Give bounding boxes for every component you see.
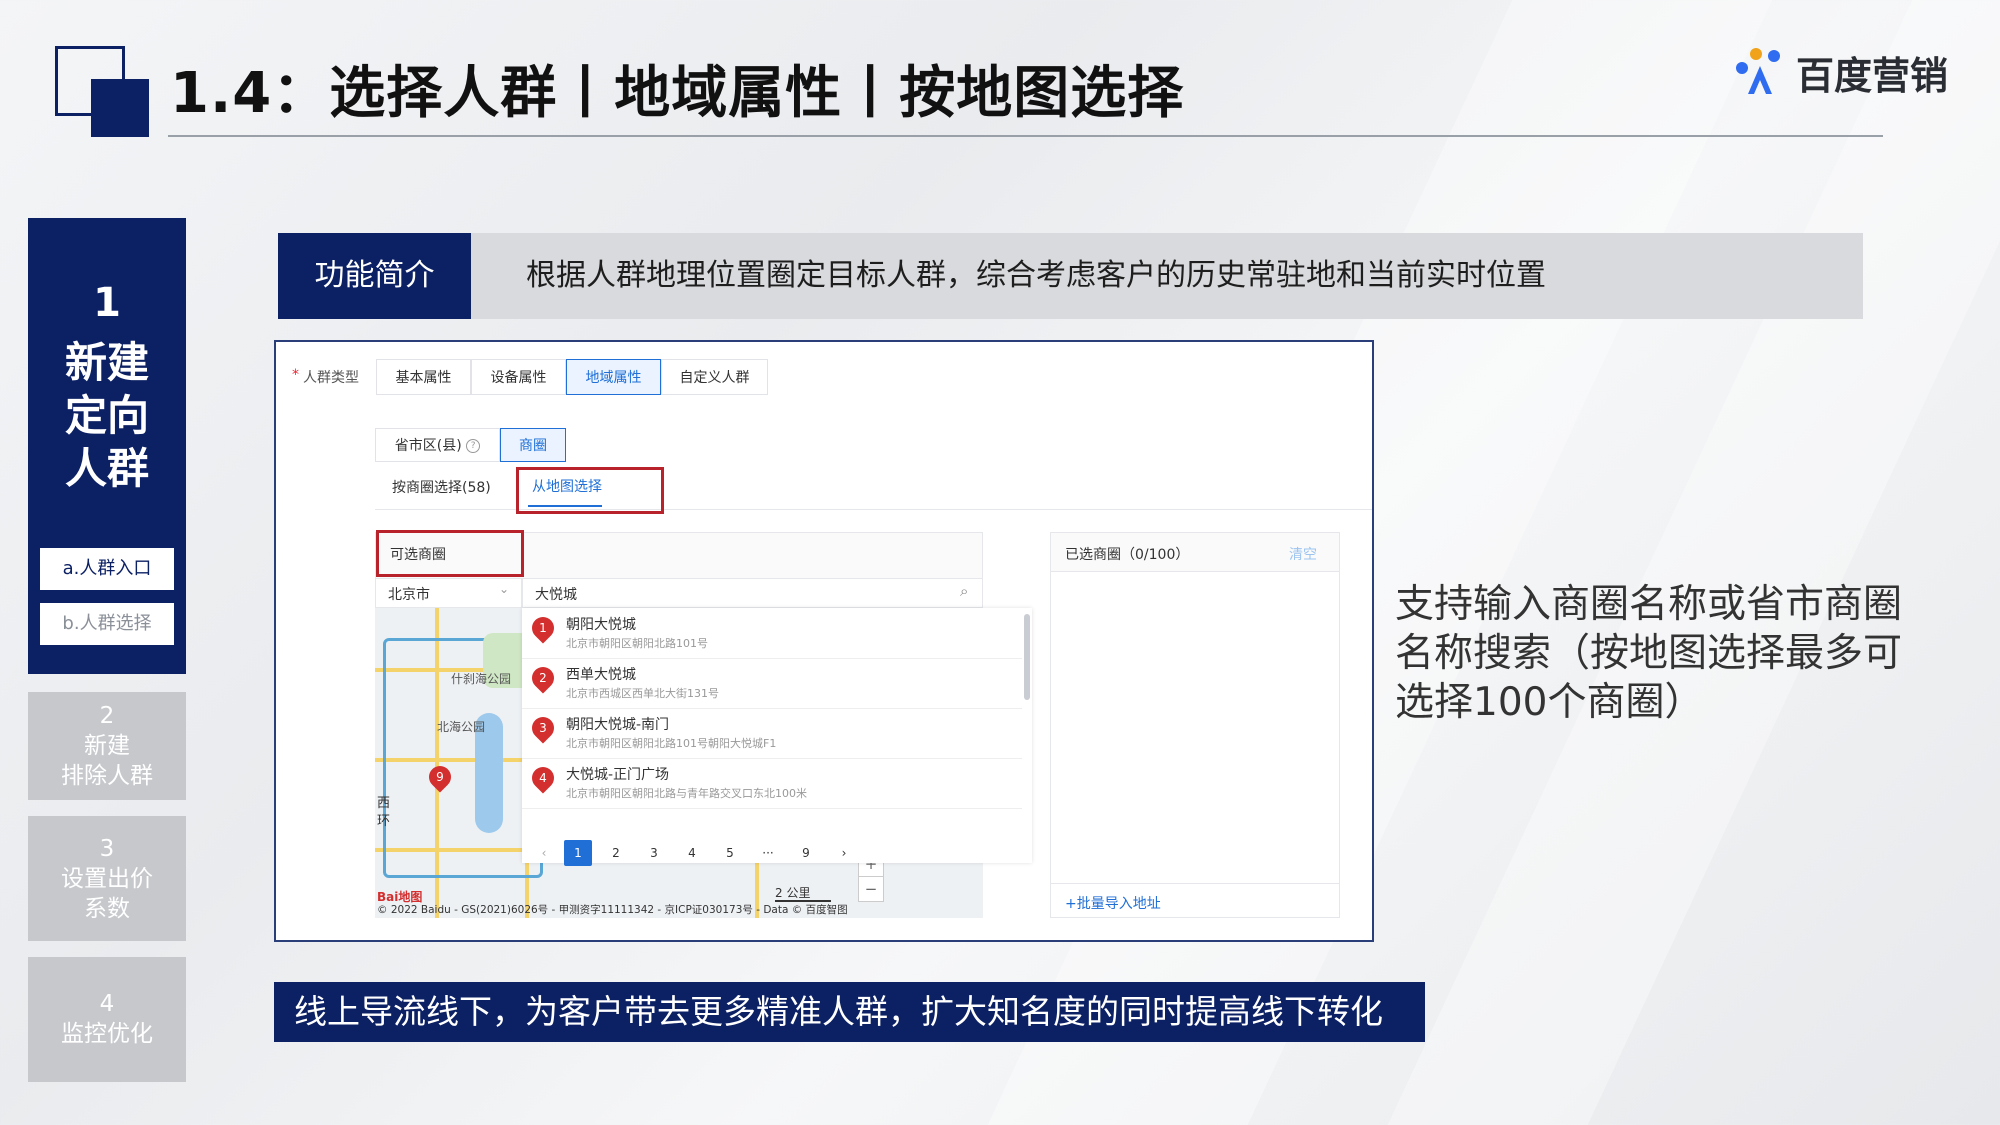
tab-device-attrs[interactable]: 设备属性 [471, 359, 566, 395]
nav-sub-crowd-select[interactable]: b.人群选择 [40, 603, 174, 645]
map-label-park1: 什刹海公园 [451, 672, 512, 686]
map-pin[interactable]: 9 [424, 761, 456, 793]
nav-sub-crowd-entry[interactable]: a.人群入口 [40, 548, 174, 590]
bulk-import-link[interactable]: +批量导入地址 [1065, 893, 1161, 913]
side-note: 支持输入商圈名称或省市商圈名称搜索（按地图选择最多可选择100个商圈） [1395, 582, 1903, 725]
ui-screenshot-panel: * 人群类型 基本属性 设备属性 地域属性 自定义人群 省市区(县) ? 商圈 … [274, 340, 1374, 942]
nav-step-4[interactable]: 4 监控优化 [28, 957, 186, 1082]
highlight-available [376, 530, 524, 577]
list-item[interactable]: 3 朝阳大悦城-南门 北京市朝阳区朝阳北路101号朝阳大悦城F1 [522, 708, 1022, 759]
selected-header: 已选商圈（0/100） [1065, 547, 1190, 563]
intro-label: 功能简介 [278, 233, 471, 319]
result-pin-icon: 4 [527, 762, 559, 794]
list-item[interactable]: 1 朝阳大悦城 北京市朝阳区朝阳北路101号 [522, 608, 1022, 659]
city-select[interactable]: 北京市 ⌄ [375, 578, 522, 608]
title-divider [168, 135, 1883, 137]
nav-step-3[interactable]: 3 设置出价 系数 [28, 816, 186, 941]
nav-step-number: 1 [93, 280, 121, 326]
search-input[interactable]: 大悦城 ⌕ [522, 578, 983, 608]
brand-name: 百度营销 [1796, 53, 1949, 98]
highlight-from-map [516, 467, 664, 514]
tab-basic-attrs[interactable]: 基本属性 [376, 359, 471, 395]
result-pin-icon: 3 [527, 712, 559, 744]
subtab-business-circle[interactable]: 商圈 [500, 428, 566, 462]
page-5[interactable]: 5 [716, 840, 744, 866]
subtab-province-city[interactable]: 省市区(县) ? [375, 428, 500, 462]
page-2[interactable]: 2 [602, 840, 630, 866]
nav-step-label: 新建 定向 人群 [64, 338, 149, 493]
page-1[interactable]: 1 [564, 840, 592, 866]
search-results-list: 1 朝阳大悦城 北京市朝阳区朝阳北路101号 2 西单大悦城 北京市西城区西单北大街… [522, 608, 1032, 866]
tab-region-attrs[interactable]: 地域属性 [566, 359, 661, 395]
crowd-type-label: 人群类型 [303, 370, 359, 386]
search-icon[interactable]: ⌕ [960, 582, 968, 600]
nav-step-2[interactable]: 2 新建 排除人群 [28, 692, 186, 800]
intro-text: 根据人群地理位置圈定目标人群，综合考虑客户的历史常驻地和当前实时位置 [526, 258, 1546, 293]
map-copyright: © 2022 Baidu - GS(2021)6026号 - 甲测资字11111… [377, 904, 848, 916]
map-scale: 2 公里 [775, 886, 811, 900]
map-label-road1: 西 [377, 796, 391, 811]
page-4[interactable]: 4 [678, 840, 706, 866]
help-icon[interactable]: ? [466, 439, 481, 453]
baidu-paw-icon [1736, 48, 1780, 94]
required-star: * [292, 367, 299, 383]
page-title: 1.4：选择人群丨地域属性丨按地图选择 [170, 61, 1185, 126]
selected-panel: 已选商圈（0/100） 清空 +批量导入地址 [1050, 532, 1340, 918]
chevron-down-icon: ⌄ [499, 582, 510, 596]
map-label-park2: 北海公园 [437, 720, 486, 734]
logo-squares [55, 46, 151, 138]
map-label-road2: 环 [377, 814, 391, 829]
page-9[interactable]: 9 [792, 840, 820, 866]
brand-logo: 百度营销 [1732, 44, 1948, 100]
tab-custom-crowd[interactable]: 自定义人群 [661, 359, 768, 395]
page-3[interactable]: 3 [640, 840, 668, 866]
page-ellipsis: ··· [762, 846, 774, 860]
zoom-out-button[interactable]: − [858, 876, 884, 902]
clear-link[interactable]: 清空 [1289, 544, 1317, 564]
result-pin-icon: 1 [527, 612, 559, 644]
list-scrollbar[interactable] [1024, 614, 1030, 700]
result-pin-icon: 2 [527, 662, 559, 694]
list-item[interactable]: 4 大悦城-正门广场 北京市朝阳区朝阳北路与青年路交叉口东北100米 [522, 758, 1022, 809]
page-next[interactable]: › [830, 840, 858, 866]
mode-tab-by-circle[interactable]: 按商圈选择(58) [392, 477, 491, 497]
page-prev[interactable]: ‹ [530, 840, 558, 866]
list-item[interactable]: 2 西单大悦城 北京市西城区西单北大街131号 [522, 658, 1022, 709]
bottom-banner: 线上导流线下，为客户带去更多精准人群，扩大知名度的同时提高线下转化 [274, 982, 1425, 1042]
